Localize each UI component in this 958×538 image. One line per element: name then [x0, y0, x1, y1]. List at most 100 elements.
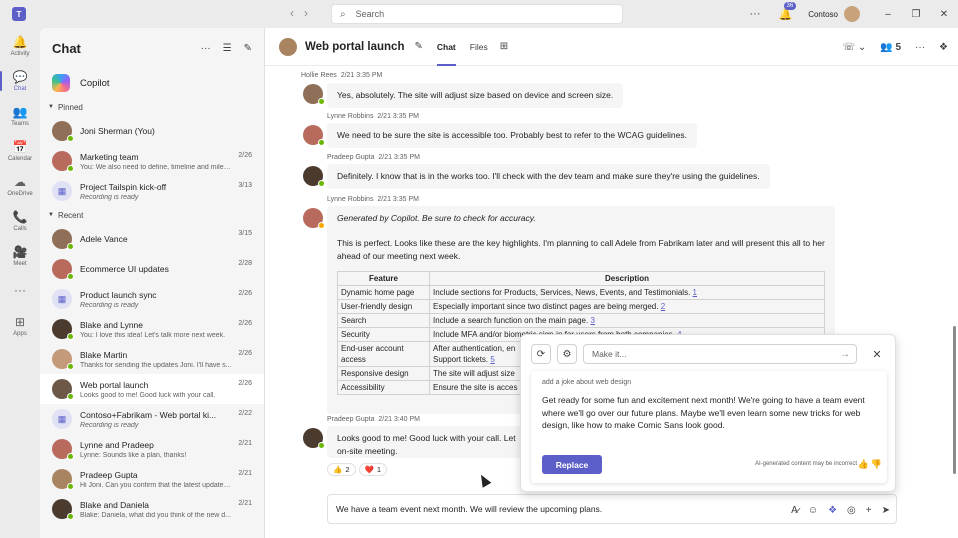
chat-list-item[interactable]: Blake Martin Thanks for sending the updat…: [40, 344, 264, 374]
rail-item-more[interactable]: ···: [0, 273, 40, 308]
rail-item-apps[interactable]: ⊞ Apps: [0, 308, 40, 343]
bell-icon: 🔔: [12, 34, 28, 49]
search-icon: ⌕: [340, 8, 346, 20]
reaction-count: 2: [345, 465, 350, 474]
call-icon[interactable]: ☏ ⌄: [843, 42, 867, 53]
chat-date: 2/21: [238, 470, 252, 477]
regenerate-icon[interactable]: ⟳: [531, 344, 551, 364]
chat-list-item[interactable]: Adele Vance 3/15: [40, 224, 264, 254]
more-options-icon[interactable]: ···: [750, 8, 761, 20]
header-actions: ☏ ⌄ 👥 5 ··· ❖: [829, 28, 948, 66]
chat-list-item[interactable]: Joni Sherman (You): [40, 116, 264, 146]
rail-item-meet[interactable]: 🎥 Meet: [0, 238, 40, 273]
notification-badge: 36: [783, 1, 797, 10]
cell-text: Include a search function on the main pa…: [433, 316, 589, 325]
chat-list-item[interactable]: Web portal launch Looks good to me! Good …: [40, 374, 264, 404]
reaction-pill[interactable]: ❤️ 1: [358, 463, 388, 476]
close-window-icon[interactable]: ✕: [930, 9, 958, 20]
chat-list-item[interactable]: ▦ Project Tailspin kick-off Recording is r…: [40, 176, 264, 206]
citation-link[interactable]: 2: [661, 302, 665, 311]
more-options-icon[interactable]: ···: [915, 42, 925, 53]
tab-chat[interactable]: Chat: [436, 28, 456, 66]
message-meta: Pradeep Gupta 2/21 3:40 PM: [327, 416, 527, 423]
message-author: Lynne Robbins: [327, 196, 374, 203]
message-author: Hollie Rees: [301, 72, 337, 79]
meeting-icon: ▦: [52, 409, 72, 429]
rail-item-activity[interactable]: 🔔 Activity: [0, 28, 40, 63]
message-text: This is perfect. Looks like these are th…: [337, 238, 825, 261]
attach-icon[interactable]: +: [866, 505, 872, 516]
minimize-icon[interactable]: –: [874, 9, 902, 20]
rail-item-chat[interactable]: 💬 Chat: [0, 63, 40, 98]
chat-name: Joni Sherman (You): [80, 126, 155, 136]
edit-name-icon[interactable]: ✎: [414, 41, 422, 52]
chat-list-text: Ecommerce UI updates: [80, 264, 232, 274]
make-it-input[interactable]: Make it... →: [583, 344, 857, 364]
copilot-rewrite-icon[interactable]: ❖: [828, 505, 837, 516]
cell-text: Include sections for Products, Services,…: [433, 288, 691, 297]
citation-link[interactable]: 5: [490, 355, 494, 364]
close-icon[interactable]: ✕: [869, 344, 885, 364]
thumbs-down-icon[interactable]: 👎: [871, 459, 882, 470]
message-text: on-site meeting.: [337, 446, 398, 456]
org-name[interactable]: Contoso: [808, 10, 838, 19]
chat-list-item[interactable]: Marketing team You: We also need to defin…: [40, 146, 264, 176]
rail-item-onedrive[interactable]: ☁ OneDrive: [0, 168, 40, 203]
rail-item-calendar[interactable]: 📅 Calendar: [0, 133, 40, 168]
copilot-item[interactable]: Copilot: [40, 68, 264, 98]
adjust-icon[interactable]: ⚙: [557, 344, 577, 364]
chat-panel-title: Chat: [52, 40, 81, 56]
chat-date: 2/21: [238, 440, 252, 447]
scrollbar[interactable]: [953, 326, 956, 474]
citation-link[interactable]: 1: [693, 288, 697, 297]
restore-icon[interactable]: ❐: [902, 9, 930, 20]
pinned-section-header[interactable]: ▼ Pinned: [40, 98, 264, 116]
replace-button[interactable]: Replace: [542, 455, 602, 474]
more-options-icon[interactable]: ···: [201, 43, 211, 54]
chat-name: Product launch sync: [80, 289, 157, 300]
format-icon[interactable]: A̷: [791, 505, 798, 516]
citation-link[interactable]: 3: [590, 316, 594, 325]
chat-list-item[interactable]: ▦ Product launch sync Recording is ready 2/…: [40, 284, 264, 314]
chat-list-item[interactable]: Blake and Daniela Blake: Daniela, what di…: [40, 494, 264, 524]
participants-button[interactable]: 👥 5: [880, 42, 901, 53]
recent-label: Recent: [57, 210, 84, 220]
loop-icon[interactable]: ◎: [847, 505, 856, 516]
new-chat-icon[interactable]: ✎: [244, 43, 252, 54]
search-input[interactable]: ⌕ Search: [331, 4, 623, 24]
filter-icon[interactable]: ☰: [223, 43, 232, 54]
compose-box[interactable]: We have a team event next month. We will…: [327, 494, 897, 524]
compose-text[interactable]: We have a team event next month. We will…: [336, 504, 602, 514]
chat-name: Ecommerce UI updates: [80, 264, 169, 274]
copilot-pane-icon[interactable]: ❖: [939, 42, 948, 53]
chat-date: 2/22: [238, 410, 252, 417]
emoji-icon[interactable]: ☺: [808, 505, 818, 516]
forward-arrow-icon[interactable]: ›: [304, 6, 308, 20]
recent-section-header[interactable]: ▼ Recent: [40, 206, 264, 224]
submit-arrow-icon[interactable]: →: [840, 349, 850, 360]
chat-list-item[interactable]: Lynne and Pradeep Lynne: Sounds like a pl…: [40, 434, 264, 464]
chat-list-text: Blake and Lynne You: I love this idea! Le…: [80, 320, 232, 339]
message: Pradeep Gupta 2/21 3:35 PM Definitely. I…: [327, 154, 770, 189]
chat-list-item[interactable]: Ecommerce UI updates 2/28: [40, 254, 264, 284]
table-row: Dynamic home page Include sections for Pr…: [337, 285, 825, 300]
add-tab-icon[interactable]: ⊞: [500, 41, 508, 52]
profile-avatar[interactable]: [844, 6, 860, 22]
chat-list-text: Pradeep Gupta Hi Joni. Can you confirm th…: [80, 470, 232, 489]
reaction-pill[interactable]: 👍 2: [327, 463, 356, 476]
chat-list-item[interactable]: Pradeep Gupta Hi Joni. Can you confirm th…: [40, 464, 264, 494]
chat-date: 3/13: [238, 182, 252, 189]
chat-list-item[interactable]: ▦ Contoso+Fabrikam - Web portal ki... Reco…: [40, 404, 264, 434]
chat-list-item[interactable]: Blake and Lynne You: I love this idea! Le…: [40, 314, 264, 344]
table-cell: Security: [337, 327, 430, 342]
chat-name: Blake Martin: [80, 349, 128, 360]
avatar: [303, 84, 325, 105]
tab-files[interactable]: Files: [470, 28, 488, 66]
thumbs-up-icon[interactable]: 👍: [858, 459, 869, 470]
notifications-button[interactable]: 🔔 36: [779, 1, 797, 21]
chat-list-text: Contoso+Fabrikam - Web portal ki... Recor…: [80, 410, 232, 429]
back-arrow-icon[interactable]: ‹: [290, 6, 294, 20]
rail-item-calls[interactable]: 📞 Calls: [0, 203, 40, 238]
rail-item-teams[interactable]: 👥 Teams: [0, 98, 40, 133]
send-icon[interactable]: ➤: [882, 505, 890, 516]
